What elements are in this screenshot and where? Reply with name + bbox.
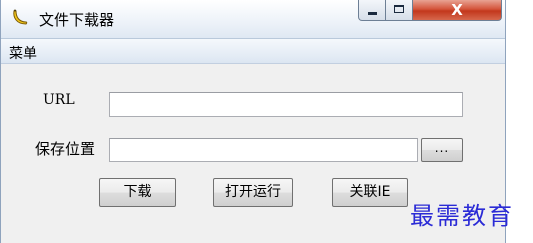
maximize-button[interactable] bbox=[386, 0, 413, 21]
associate-ie-button[interactable]: 关联IE bbox=[332, 178, 408, 207]
open-run-button[interactable]: 打开运行 bbox=[213, 178, 293, 207]
close-button[interactable]: X bbox=[413, 0, 502, 21]
banana-app-icon bbox=[13, 9, 28, 25]
url-input[interactable] bbox=[109, 92, 463, 117]
save-location-input[interactable] bbox=[109, 138, 418, 162]
menu-bar: 菜单 bbox=[1, 39, 505, 64]
url-label: URL bbox=[43, 92, 75, 108]
download-button[interactable]: 下载 bbox=[99, 178, 176, 207]
minimize-button[interactable] bbox=[358, 0, 386, 21]
browse-button[interactable]: ... bbox=[421, 138, 463, 162]
watermark-text: 最需教育 bbox=[410, 202, 514, 230]
title-bar[interactable]: 文件下载器 X bbox=[1, 0, 505, 39]
window-title: 文件下载器 bbox=[39, 11, 115, 29]
maximize-icon bbox=[394, 5, 404, 13]
menu-item-menu[interactable]: 菜单 bbox=[9, 43, 37, 63]
minimize-icon bbox=[368, 12, 377, 15]
caption-buttons: X bbox=[358, 0, 502, 22]
close-icon: X bbox=[451, 1, 463, 19]
save-location-label: 保存位置 bbox=[35, 140, 96, 158]
